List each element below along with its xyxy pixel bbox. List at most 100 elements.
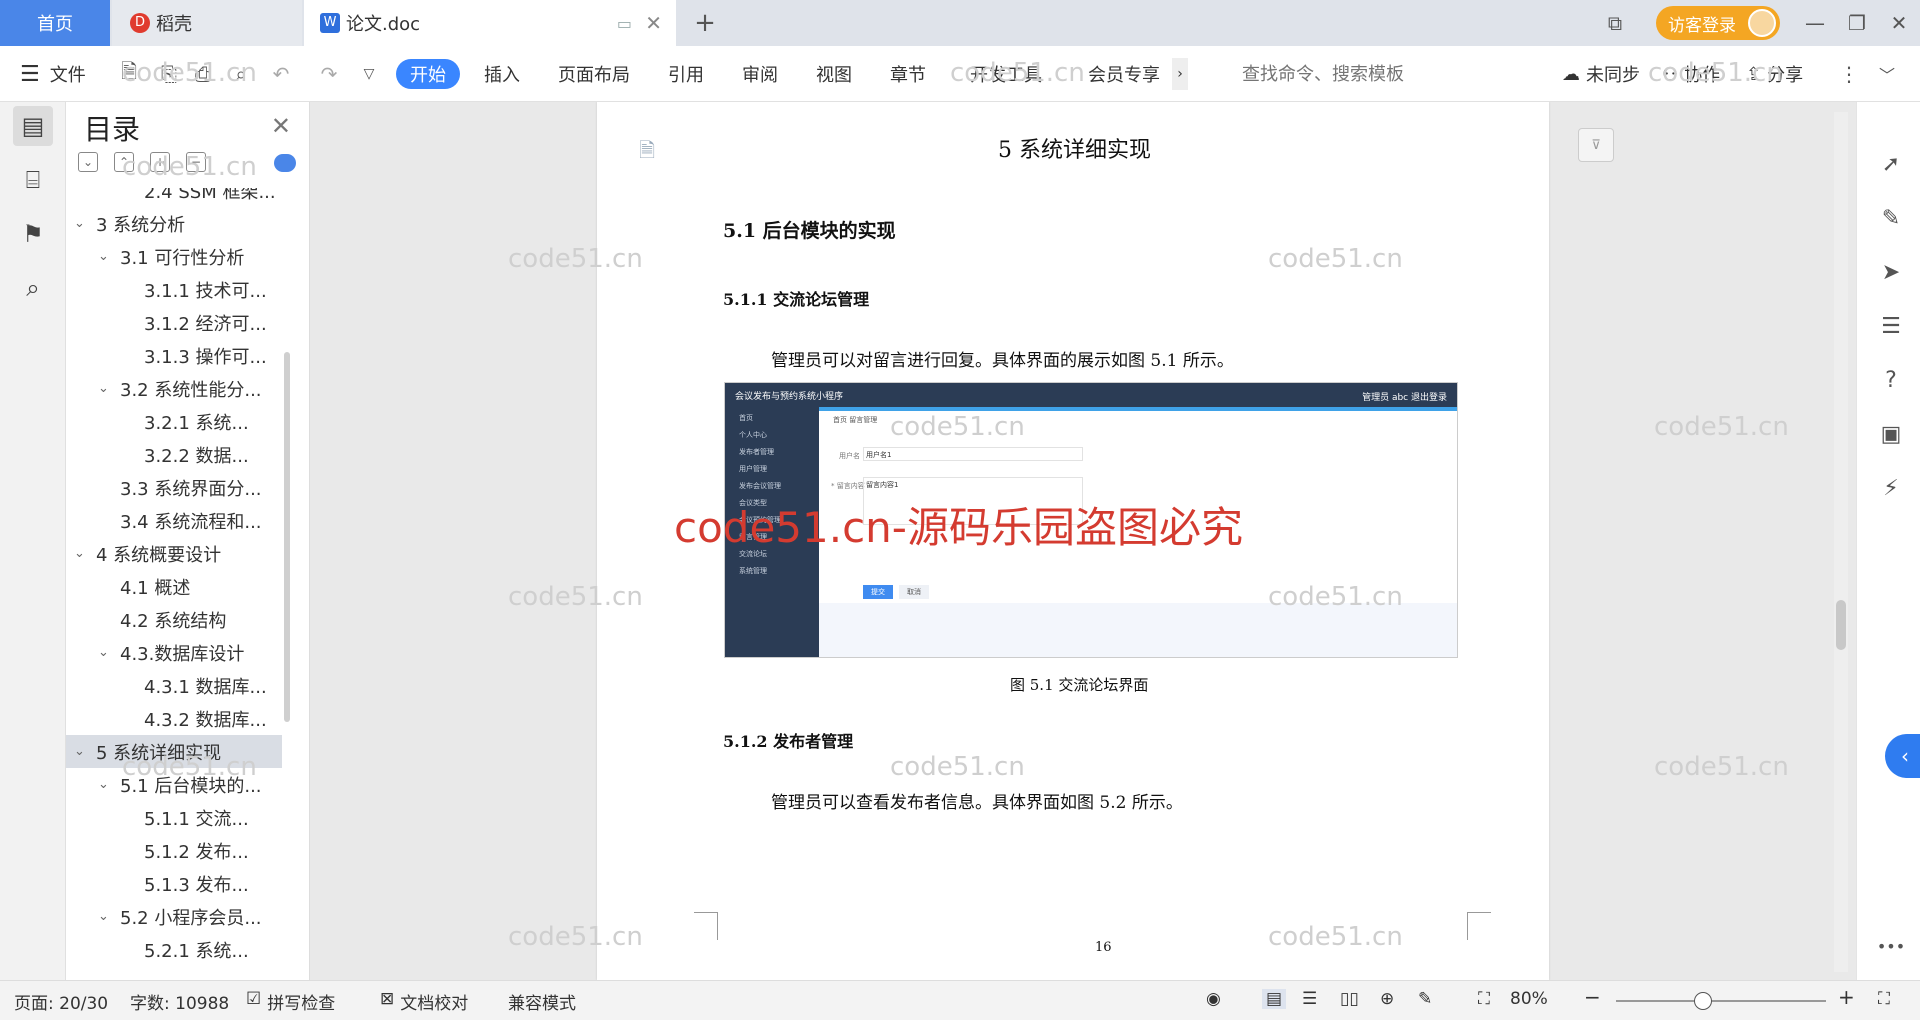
- restore-icon[interactable]: ❐: [1842, 8, 1872, 38]
- toc-item[interactable]: 3.1.2 经济可...: [122, 306, 267, 339]
- ribbon-tab-view[interactable]: 视图: [816, 58, 852, 90]
- chevron-down-icon[interactable]: ⌄: [98, 381, 120, 396]
- ribbon-tab-reference[interactable]: 引用: [668, 58, 704, 90]
- ribbon-tab-chapter[interactable]: 章节: [890, 58, 926, 90]
- expand-icon[interactable]: ⌄: [78, 152, 98, 172]
- toc-item[interactable]: 4.3.2 数据库...: [122, 702, 267, 735]
- image-tool-icon[interactable]: ▣: [1877, 420, 1905, 448]
- zoom-in-icon[interactable]: +: [1838, 985, 1855, 1009]
- more-horizontal-icon[interactable]: •••: [1877, 932, 1905, 960]
- scrollbar-thumb[interactable]: [1836, 600, 1846, 650]
- bookmark-icon[interactable]: ⚑: [13, 214, 53, 254]
- close-tab-icon[interactable]: ✕: [645, 11, 662, 35]
- ribbon-tab-member[interactable]: 会员专享: [1088, 58, 1160, 90]
- toc-item[interactable]: 3.4 系统流程和...: [98, 504, 262, 537]
- zoom-out-icon[interactable]: −: [1584, 985, 1601, 1009]
- sync-button[interactable]: ☁ 未同步: [1562, 58, 1640, 90]
- eye-icon[interactable]: ◉: [1206, 989, 1221, 1009]
- chevron-down-icon[interactable]: ▽: [356, 60, 382, 88]
- doc-format-icon[interactable]: 🗎: [639, 136, 655, 170]
- expand-panel-button[interactable]: ‹: [1885, 734, 1920, 778]
- cursor-icon[interactable]: ➤: [1877, 258, 1905, 286]
- chevron-down-icon[interactable]: ⌄: [74, 744, 96, 759]
- chevron-down-icon[interactable]: ⌄: [98, 777, 120, 792]
- sliders-icon[interactable]: ☰: [1877, 312, 1905, 340]
- toc-item[interactable]: ⌄ 3 系统分析: [74, 207, 185, 240]
- spell-check-button[interactable]: ☑ 拼写检查: [246, 989, 335, 1014]
- file-menu[interactable]: ☰ 文件: [20, 58, 86, 90]
- fullscreen-icon[interactable]: ⛶: [1878, 989, 1890, 1009]
- zoom-level[interactable]: 80%: [1510, 989, 1548, 1009]
- help-icon[interactable]: ?: [1877, 366, 1905, 394]
- toc-item[interactable]: ⌄ 4.3.数据库设计: [98, 636, 244, 669]
- toc-scrollbar[interactable]: [284, 352, 290, 722]
- search-panel-icon[interactable]: ⌕: [13, 268, 53, 308]
- chevron-down-icon[interactable]: ⌄: [98, 249, 120, 264]
- zoom-slider-thumb[interactable]: [1694, 992, 1712, 1010]
- lightning-icon[interactable]: ⚡: [1877, 474, 1905, 502]
- toc-item[interactable]: 2.4 SSM 框架...: [122, 188, 276, 207]
- toc-item[interactable]: 5.1.2 发布...: [122, 834, 249, 867]
- tab-daoke[interactable]: D 稻壳: [112, 0, 302, 46]
- zoom-slider[interactable]: [1616, 992, 1826, 1010]
- toc-item[interactable]: 4.3.1 数据库...: [122, 669, 267, 702]
- close-icon[interactable]: ✕: [271, 112, 291, 140]
- watermark-text: code51.cn: [1648, 58, 1783, 88]
- toc-item[interactable]: ⌄ 3.1 可行性分析: [98, 240, 244, 273]
- toc-item[interactable]: 3.1.3 操作可...: [122, 339, 267, 372]
- chevron-down-icon[interactable]: ⌄: [74, 546, 96, 561]
- screen-icon[interactable]: ▭: [617, 14, 632, 33]
- chevron-down-icon[interactable]: ⌄: [74, 216, 96, 231]
- proofread-button[interactable]: ⊠ 文档校对: [380, 989, 468, 1014]
- toggle-icon[interactable]: [274, 154, 296, 172]
- undo-icon[interactable]: ↶: [268, 60, 294, 88]
- page-indicator[interactable]: 页面: 20/30: [14, 989, 108, 1014]
- read-view-icon[interactable]: ▯▯: [1340, 989, 1359, 1009]
- layout-icon[interactable]: ⧉: [1600, 8, 1630, 38]
- chevron-down-icon[interactable]: ⌄: [98, 645, 120, 660]
- page-view-icon[interactable]: ▤: [1262, 989, 1287, 1009]
- toc-item[interactable]: 5.1.1 交流...: [122, 801, 249, 834]
- tab-daoke-label: 稻壳: [156, 14, 192, 35]
- chevron-down-icon[interactable]: ⌄: [98, 909, 120, 924]
- toc-item[interactable]: 3.2.1 系统...: [122, 405, 249, 438]
- ribbon-more-icon[interactable]: ›: [1172, 58, 1188, 90]
- ribbon-tab-review[interactable]: 审阅: [742, 58, 778, 90]
- minimize-icon[interactable]: —: [1800, 8, 1830, 38]
- ribbon-tab-insert[interactable]: 插入: [484, 58, 520, 90]
- toc-item[interactable]: 4.2 系统结构: [98, 603, 226, 636]
- toc-item[interactable]: 3.3 系统界面分...: [98, 471, 262, 504]
- panel-toggle-icon[interactable]: ⊽: [1578, 128, 1614, 162]
- ribbon-tab-layout[interactable]: 页面布局: [558, 58, 630, 90]
- fit-icon[interactable]: ⛶: [1478, 989, 1490, 1009]
- redo-icon[interactable]: ↷: [316, 60, 342, 88]
- toc-item[interactable]: ⌄ 3.2 系统性能分...: [98, 372, 262, 405]
- tab-document[interactable]: W 论文.doc ▭ ✕: [304, 0, 676, 46]
- rocket-icon[interactable]: ➚: [1877, 150, 1905, 178]
- visitor-login-button[interactable]: 访客登录: [1656, 6, 1780, 40]
- close-window-icon[interactable]: ✕: [1884, 8, 1914, 38]
- navigation-icon[interactable]: ⌸: [13, 160, 53, 200]
- tab-home[interactable]: 首页: [0, 0, 110, 46]
- toc-panel-icon[interactable]: ▤: [13, 106, 53, 146]
- toc-item[interactable]: 3.2.2 数据...: [122, 438, 249, 471]
- word-count[interactable]: 字数: 10988: [130, 989, 229, 1014]
- toc-item[interactable]: 4.1 概述: [98, 570, 190, 603]
- pen-icon[interactable]: ✎: [1877, 204, 1905, 232]
- outline-view-icon[interactable]: ☰: [1302, 989, 1317, 1009]
- ribbon-tab-start[interactable]: 开始: [396, 59, 460, 89]
- toc-item[interactable]: 3.1.1 技术可...: [122, 273, 267, 306]
- pen-mode-icon[interactable]: ✎: [1418, 989, 1432, 1009]
- toc-item[interactable]: ⌄ 4 系统概要设计: [74, 537, 221, 570]
- more-vertical-icon[interactable]: ⋮: [1836, 60, 1862, 88]
- toc-item[interactable]: ⌄ 5.2 小程序会员...: [98, 900, 262, 933]
- collapse-ribbon-icon[interactable]: ﹀: [1874, 60, 1900, 88]
- toc-item[interactable]: 5.1.3 发布...: [122, 867, 249, 900]
- document-scrollbar[interactable]: [1834, 112, 1848, 972]
- new-tab-button[interactable]: +: [690, 0, 720, 46]
- web-view-icon[interactable]: ⊕: [1380, 989, 1394, 1009]
- toc-item-label: 4.2 系统结构: [120, 610, 227, 632]
- toc-item-label: 5.1.1 交流...: [144, 808, 249, 830]
- toc-item[interactable]: 5.2.1 系统...: [122, 933, 249, 966]
- command-search-input[interactable]: [1216, 58, 1516, 90]
